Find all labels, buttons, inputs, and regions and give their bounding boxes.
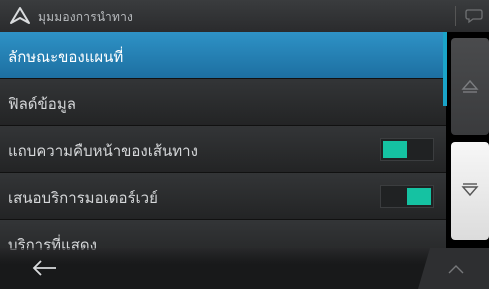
list-item-map-style[interactable]: ลักษณะของแผนที่ xyxy=(0,32,446,79)
list-item-label: แถบความคืบหน้าของเส้นทาง xyxy=(8,142,198,160)
list-item-data-fields[interactable]: ฟิลด์ข้อมูล xyxy=(0,79,446,126)
toggle-knob xyxy=(383,141,407,158)
navigation-arrow-icon xyxy=(10,7,30,24)
scroll-down-icon xyxy=(461,183,479,197)
list-item-label: ฟิลด์ข้อมูล xyxy=(8,95,76,113)
list-item-label: ลักษณะของแผนที่ xyxy=(8,48,124,66)
navigation-view-screen: มุมมองการนำทาง ลักษณะของแผนที่ ฟิลด์ข้อม… xyxy=(0,0,489,289)
scroll-up-button[interactable] xyxy=(451,38,489,135)
motorway-services-toggle[interactable] xyxy=(380,185,434,208)
settings-list: ลักษณะของแผนที่ ฟิลด์ข้อมูล แถบความคืบหน… xyxy=(0,32,446,266)
header-divider xyxy=(455,6,456,26)
route-progress-toggle[interactable] xyxy=(380,138,434,161)
list-item-route-progress-bar[interactable]: แถบความคืบหน้าของเส้นทาง xyxy=(0,126,446,173)
speech-bubble-icon[interactable] xyxy=(464,6,484,26)
scroll-up-icon xyxy=(461,79,479,93)
page-title: มุมมองการนำทาง xyxy=(38,10,134,24)
list-item-label: เสนอบริการมอเตอร์เวย์ xyxy=(8,189,158,207)
back-arrow-icon[interactable] xyxy=(30,258,60,278)
toggle-knob xyxy=(407,188,431,205)
bottom-bar xyxy=(0,248,489,289)
chevron-up-button[interactable] xyxy=(418,248,489,289)
header-bar: มุมมองการนำทาง xyxy=(0,0,489,33)
list-item-motorway-services[interactable]: เสนอบริการมอเตอร์เวย์ xyxy=(0,173,446,220)
scroll-down-button[interactable] xyxy=(451,142,489,240)
scroll-panel xyxy=(447,32,489,258)
